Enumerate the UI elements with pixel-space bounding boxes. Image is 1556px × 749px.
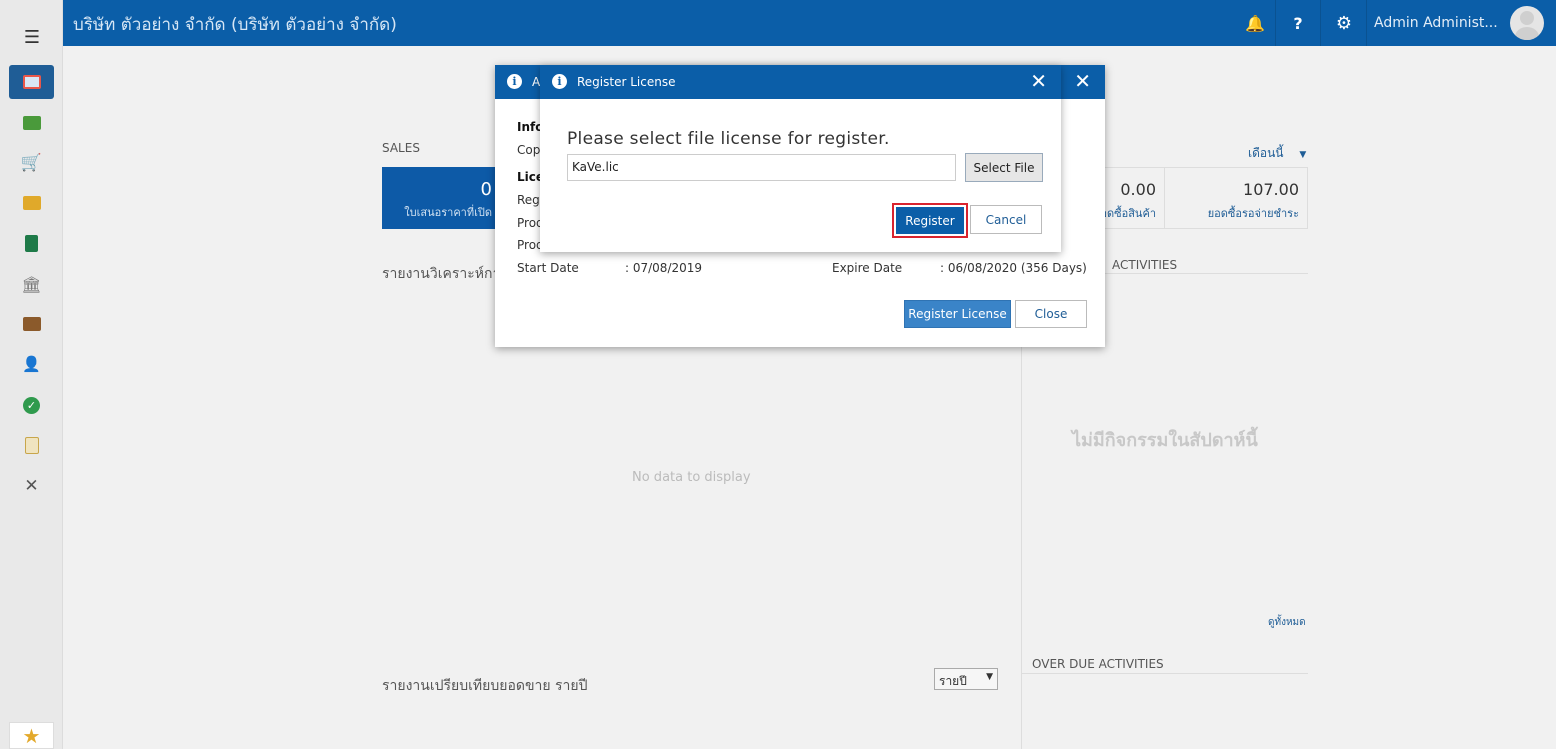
report-icon <box>24 436 39 454</box>
sidebar-item-report[interactable] <box>9 428 54 462</box>
chevron-down-icon: ▼ <box>986 672 993 682</box>
select-file-button[interactable]: Select File <box>965 153 1043 182</box>
info-icon: i <box>552 74 567 89</box>
sidebar-item-tools[interactable]: ✕ <box>9 469 54 503</box>
register-button[interactable]: Register <box>892 203 968 238</box>
sidebar-item-wallet[interactable] <box>9 307 54 341</box>
star-icon: ★ <box>22 723 41 748</box>
check-icon: ✓ <box>23 396 40 414</box>
register-button-label: Register <box>896 207 964 234</box>
avatar[interactable] <box>1510 6 1544 40</box>
expire-date-value: : 06/08/2020 (356 Days) <box>940 261 1087 275</box>
wallet-icon <box>22 317 41 331</box>
header-divider <box>1366 0 1367 46</box>
bell-icon[interactable]: 🔔 <box>1244 12 1266 34</box>
yearly-select[interactable]: รายปี ▼ <box>934 668 998 690</box>
favorite-button[interactable]: ★ <box>9 722 54 749</box>
period-select[interactable]: เดือนนี้ ▼ <box>1248 144 1306 163</box>
stat-value: 0.00 <box>1120 180 1156 199</box>
register-prompt: Please select file license for register. <box>567 129 890 149</box>
expire-date-label: Expire Date <box>832 261 903 275</box>
stat-label: ยอดซื้อรอจ่ายชำระ <box>1207 207 1299 220</box>
stat-value: 107.00 <box>1243 180 1299 199</box>
dashboard-icon <box>22 75 41 89</box>
sales-tile-label: ใบเสนอราคาที่เปิด <box>404 206 492 219</box>
sidebar-item-bank[interactable]: 🏛 <box>9 267 54 301</box>
sidebar-item-box[interactable] <box>9 186 54 220</box>
book-icon <box>25 234 38 252</box>
chevron-down-icon: ▼ <box>1299 150 1307 160</box>
close-icon[interactable]: ✕ <box>1074 70 1091 92</box>
hamburger-menu-icon[interactable]: ☰ <box>22 29 42 47</box>
cart-icon: 🛒 <box>20 153 43 173</box>
user-icon: 👤 <box>22 355 41 373</box>
yearly-select-value: รายปี <box>939 674 967 688</box>
bank-icon: 🏛 <box>21 274 42 294</box>
license-file-input[interactable]: KaVe.lic <box>567 154 956 181</box>
sales-tile-value: 0 <box>480 179 492 200</box>
sidebar: ☰ 🛒 🏛 👤 ✓ ✕ ★ <box>0 0 63 749</box>
sidebar-item-cart[interactable]: 🛒 <box>9 146 54 180</box>
box-icon <box>22 196 41 210</box>
register-license-button[interactable]: Register License <box>904 300 1011 328</box>
no-activities-message: ไม่มีกิจกรรมในสัปดาห์นี้ <box>1072 430 1258 451</box>
help-button[interactable]: ? <box>1287 12 1309 34</box>
period-label: เดือนนี้ <box>1248 146 1284 160</box>
about-dialog-title: A <box>532 75 541 89</box>
company-name: บริษัท ตัวอย่าง จำกัด (บริษัท ตัวอย่าง จ… <box>73 15 397 35</box>
view-all-link[interactable]: ดูทั้งหมด <box>1268 615 1306 630</box>
overdue-activities-label: OVER DUE ACTIVITIES <box>1032 657 1164 671</box>
top-header: บริษัท ตัวอย่าง จำกัด (บริษัท ตัวอย่าง จ… <box>63 0 1556 46</box>
overdue-divider <box>1022 673 1308 674</box>
sidebar-item-book[interactable] <box>9 226 54 260</box>
header-divider <box>1320 0 1321 46</box>
yearly-report-title: รายงานเปรียบเทียบยอดขาย รายปี <box>382 678 588 694</box>
no-data-message: No data to display <box>632 470 751 485</box>
sidebar-item-money[interactable] <box>9 106 54 140</box>
activities-label: ACTIVITIES <box>1112 258 1178 272</box>
sidebar-item-user[interactable]: 👤 <box>9 347 54 381</box>
stat-box-payables[interactable]: 107.00 ยอดซื้อรอจ่ายชำระ <box>1164 167 1308 229</box>
sidebar-item-check[interactable]: ✓ <box>9 388 54 422</box>
tools-icon: ✕ <box>24 476 39 496</box>
close-button[interactable]: Close <box>1015 300 1087 328</box>
money-icon <box>22 116 41 130</box>
register-license-dialog: i Register License ✕ Please select file … <box>540 65 1061 252</box>
register-dialog-header: i Register License ✕ <box>540 65 1061 99</box>
close-icon[interactable]: ✕ <box>1030 70 1047 92</box>
header-divider <box>1275 0 1276 46</box>
start-date-value: : 07/08/2019 <box>625 261 703 275</box>
info-icon: i <box>507 74 522 89</box>
sidebar-item-dashboard[interactable] <box>9 65 54 99</box>
register-dialog-title: Register License <box>577 75 676 89</box>
sales-tile[interactable]: 0 ใบเสนอราคาที่เปิด <box>382 167 497 229</box>
gear-icon[interactable]: ⚙ <box>1333 12 1355 34</box>
sales-section-label: SALES <box>382 141 420 155</box>
cancel-button[interactable]: Cancel <box>970 205 1042 234</box>
start-date-label: Start Date <box>517 261 579 275</box>
user-name[interactable]: Admin Administ... <box>1374 15 1498 31</box>
